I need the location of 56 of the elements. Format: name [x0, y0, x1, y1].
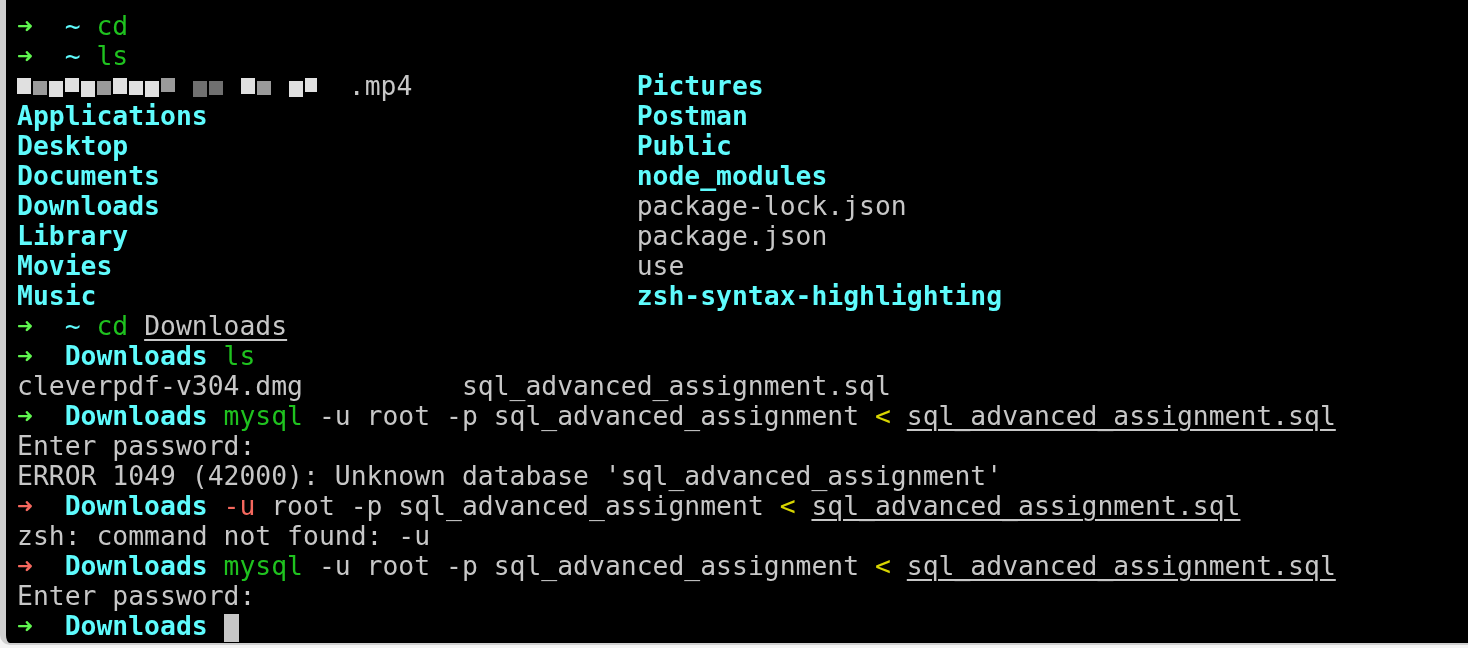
file-name: package-lock.json	[636, 191, 907, 221]
file-name: cleverpdf-v304.dmg	[17, 371, 303, 401]
argument-text: -u root -p sql_advanced_assignment	[318, 550, 860, 581]
command-text: ls	[223, 340, 256, 371]
prompt-directory: Downloads	[64, 550, 208, 581]
directory-name: Downloads	[17, 191, 160, 221]
directory-name: Applications	[17, 101, 208, 131]
command-text: cd	[96, 310, 129, 341]
prompt-directory: Downloads	[64, 490, 208, 521]
prompt-directory: ~	[64, 310, 81, 341]
path-text: Downloads	[144, 310, 288, 341]
output-text: ERROR 1049 (42000): Unknown database 'sql_advanced_assignment'	[17, 460, 1003, 491]
redaction-icon	[17, 75, 317, 97]
prompt-arrow: ➜	[17, 310, 33, 341]
path-text: sql_advanced_assignment.sql	[906, 550, 1336, 581]
command-text: cd	[96, 10, 129, 41]
directory-name: zsh-syntax-highlighting	[636, 281, 1003, 311]
prompt-directory: Downloads	[64, 400, 208, 431]
command-text: ls	[96, 40, 129, 71]
file-name: .mp4	[348, 71, 413, 101]
command-text: mysql	[223, 400, 303, 431]
directory-name: Postman	[636, 101, 748, 131]
argument-text: root -p sql_advanced_assignment	[271, 490, 764, 521]
path-text: sql_advanced_assignment.sql	[811, 490, 1241, 521]
prompt-directory: Downloads	[64, 340, 208, 371]
prompt-arrow: ➜	[17, 550, 33, 581]
file-name: sql_advanced_assignment.sql	[461, 371, 891, 401]
prompt-arrow: ➜	[17, 610, 33, 641]
prompt-arrow: ➜	[17, 490, 33, 521]
prompt-arrow: ➜	[17, 400, 33, 431]
directory-name: Library	[17, 221, 129, 251]
prompt-directory: Downloads	[64, 610, 208, 641]
redirect-symbol: <	[875, 400, 891, 431]
prompt-arrow: ➜	[17, 10, 33, 41]
file-name: package.json	[636, 221, 828, 251]
directory-name: Pictures	[636, 71, 764, 101]
redirect-symbol: <	[779, 490, 796, 521]
command-text: mysql	[223, 550, 303, 581]
prompt-arrow: ➜	[17, 40, 33, 71]
file-name: use	[636, 251, 685, 281]
directory-name: Documents	[17, 161, 160, 191]
output-text: Enter password:	[17, 430, 256, 461]
directory-name: Public	[636, 131, 732, 161]
redirect-symbol: <	[875, 550, 891, 581]
directory-name: Music	[17, 281, 97, 311]
output-text: Enter password:	[17, 580, 256, 611]
directory-name: node_modules	[636, 161, 828, 191]
command-text: -u	[223, 490, 256, 521]
prompt-directory: ~	[64, 10, 81, 41]
path-text: sql_advanced_assignment.sql	[906, 400, 1336, 431]
directory-name: Movies	[17, 251, 113, 281]
argument-text: -u root -p sql_advanced_assignment	[318, 400, 860, 431]
prompt-arrow: ➜	[17, 340, 33, 371]
output-text: zsh: command not found: -u	[17, 520, 431, 551]
directory-name: Desktop	[17, 131, 129, 161]
prompt-directory: ~	[64, 40, 81, 71]
